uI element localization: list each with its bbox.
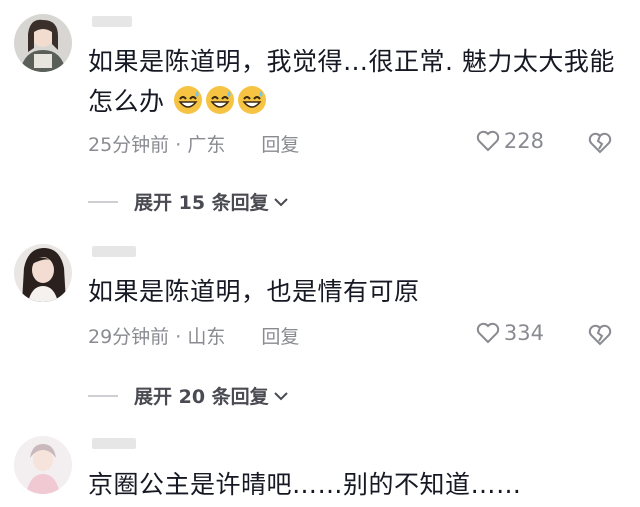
heart-icon (476, 322, 500, 344)
comment-location: 广东 (187, 134, 226, 156)
broken-heart-icon[interactable] (588, 323, 612, 347)
avatar[interactable] (14, 14, 72, 72)
chevron-down-icon (273, 197, 288, 206)
chevron-down-icon (273, 391, 288, 400)
grinning-sweat-emoji-icon (173, 86, 202, 114)
comment-text: 如果是陈道明，我觉得…很正常. 魅力太大我能 怎么办 (88, 47, 615, 116)
meta-separator: · (175, 326, 182, 348)
divider-dash (88, 200, 118, 203)
like-button[interactable]: 334 (476, 321, 544, 345)
comment-time: 25分钟前 (88, 134, 170, 156)
comment-text: 如果是陈道明，也是情有可原 (88, 277, 420, 306)
reply-button[interactable]: 回复 (261, 326, 299, 348)
like-count: 228 (503, 129, 544, 153)
grinning-sweat-emoji-icon (237, 86, 266, 114)
comment-text: 京圈公主是许晴吧……别的不知道…… (88, 470, 522, 499)
broken-heart-icon[interactable] (588, 131, 612, 155)
like-count: 334 (503, 321, 544, 345)
divider-dash (88, 394, 118, 397)
comment-meta: 29分钟前 · 山东 回复 (88, 322, 299, 349)
expand-replies-label: 展开 20 条回复 (134, 386, 269, 408)
expand-replies-button[interactable]: 展开 20 条回复 (88, 382, 289, 409)
reply-button[interactable]: 回复 (261, 134, 299, 156)
avatar[interactable] (14, 436, 72, 494)
comment-meta: 25分钟前 · 广东 回复 (88, 130, 299, 157)
comment-time: 29分钟前 (88, 326, 170, 348)
like-button[interactable]: 228 (476, 129, 544, 153)
avatar[interactable] (14, 244, 72, 302)
heart-icon (476, 130, 500, 152)
grinning-sweat-emoji-icon (205, 86, 234, 114)
meta-separator: · (175, 134, 182, 156)
username-redacted (92, 438, 136, 449)
username-redacted (92, 16, 132, 27)
username-redacted (92, 246, 136, 257)
expand-replies-label: 展开 15 条回复 (134, 192, 269, 214)
expand-replies-button[interactable]: 展开 15 条回复 (88, 188, 289, 215)
comment-location: 山东 (187, 326, 226, 348)
